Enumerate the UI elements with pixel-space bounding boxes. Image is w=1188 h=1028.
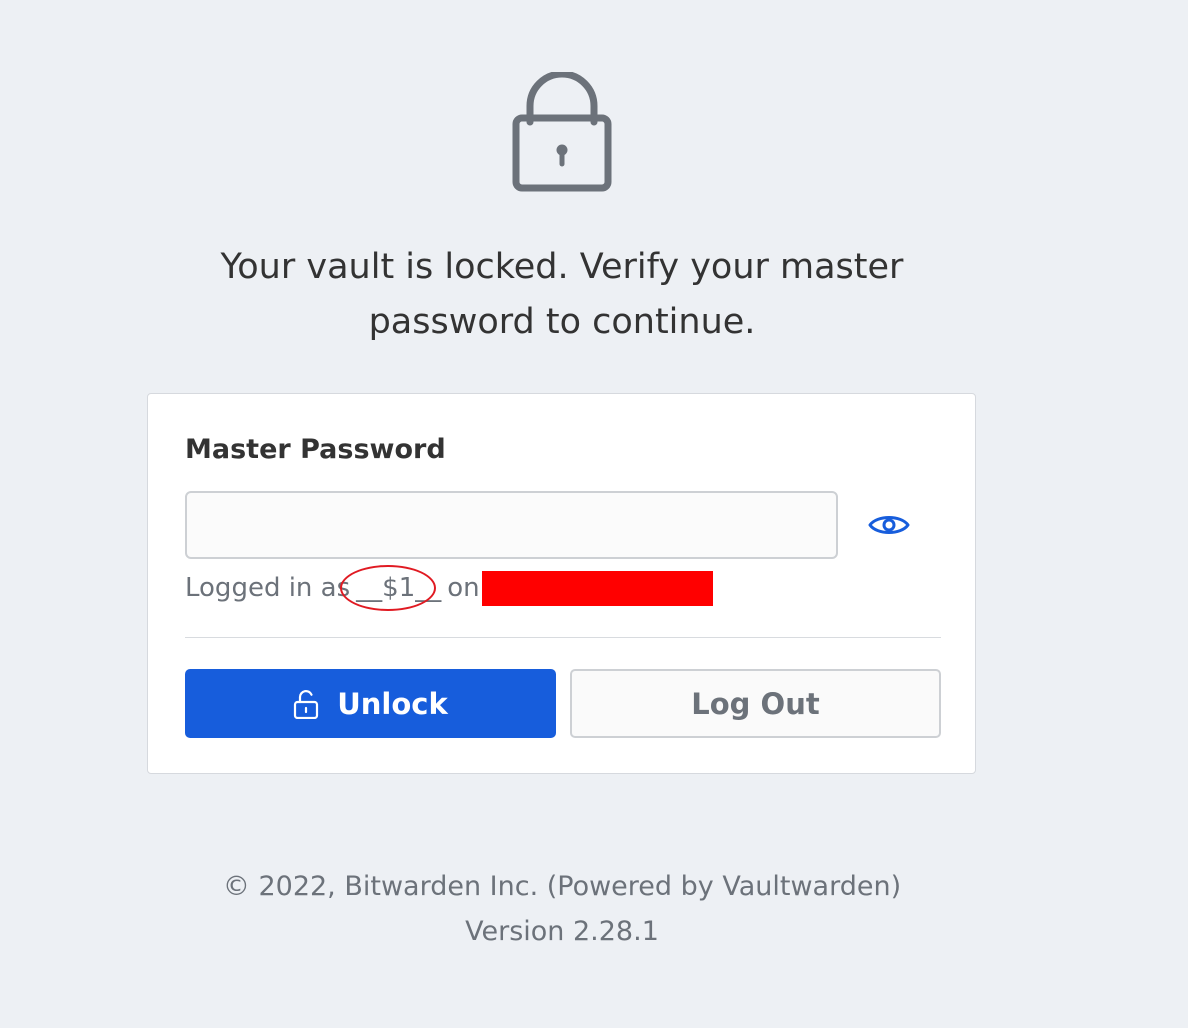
logout-button[interactable]: Log Out [570, 669, 941, 738]
logged-in-on: on [447, 573, 480, 603]
toggle-password-visibility-button[interactable] [860, 502, 918, 548]
lock-message: Your vault is locked. Verify your master… [220, 247, 904, 342]
annotation-circle [340, 565, 437, 611]
logged-in-prefix: Logged in as [185, 573, 351, 603]
lock-icon [512, 72, 612, 192]
footer: © 2022, Bitwarden Inc. (Powered by Vault… [0, 864, 1124, 954]
master-password-input[interactable] [185, 491, 838, 559]
lock-page: Your vault is locked. Verify your master… [0, 0, 1188, 1028]
logged-in-as-text: Logged in as __$1__ on [185, 565, 713, 611]
unlock-icon [294, 689, 319, 719]
copyright-text: © 2022, Bitwarden Inc. (Powered by Vault… [222, 871, 902, 902]
master-password-label: Master Password [185, 434, 446, 465]
form-divider [185, 637, 941, 638]
redacted-server-url [481, 571, 713, 606]
unlock-form-card: Master Password Logged in as __$1__ on Unl… [147, 393, 976, 774]
eye-icon [868, 516, 910, 534]
logged-in-user: __$1__ [340, 565, 447, 611]
unlock-button-label: Unlock [337, 686, 448, 721]
version-text: Version 2.28.1 [465, 916, 659, 947]
unlock-button[interactable]: Unlock [185, 669, 556, 738]
logout-button-label: Log Out [691, 686, 820, 721]
